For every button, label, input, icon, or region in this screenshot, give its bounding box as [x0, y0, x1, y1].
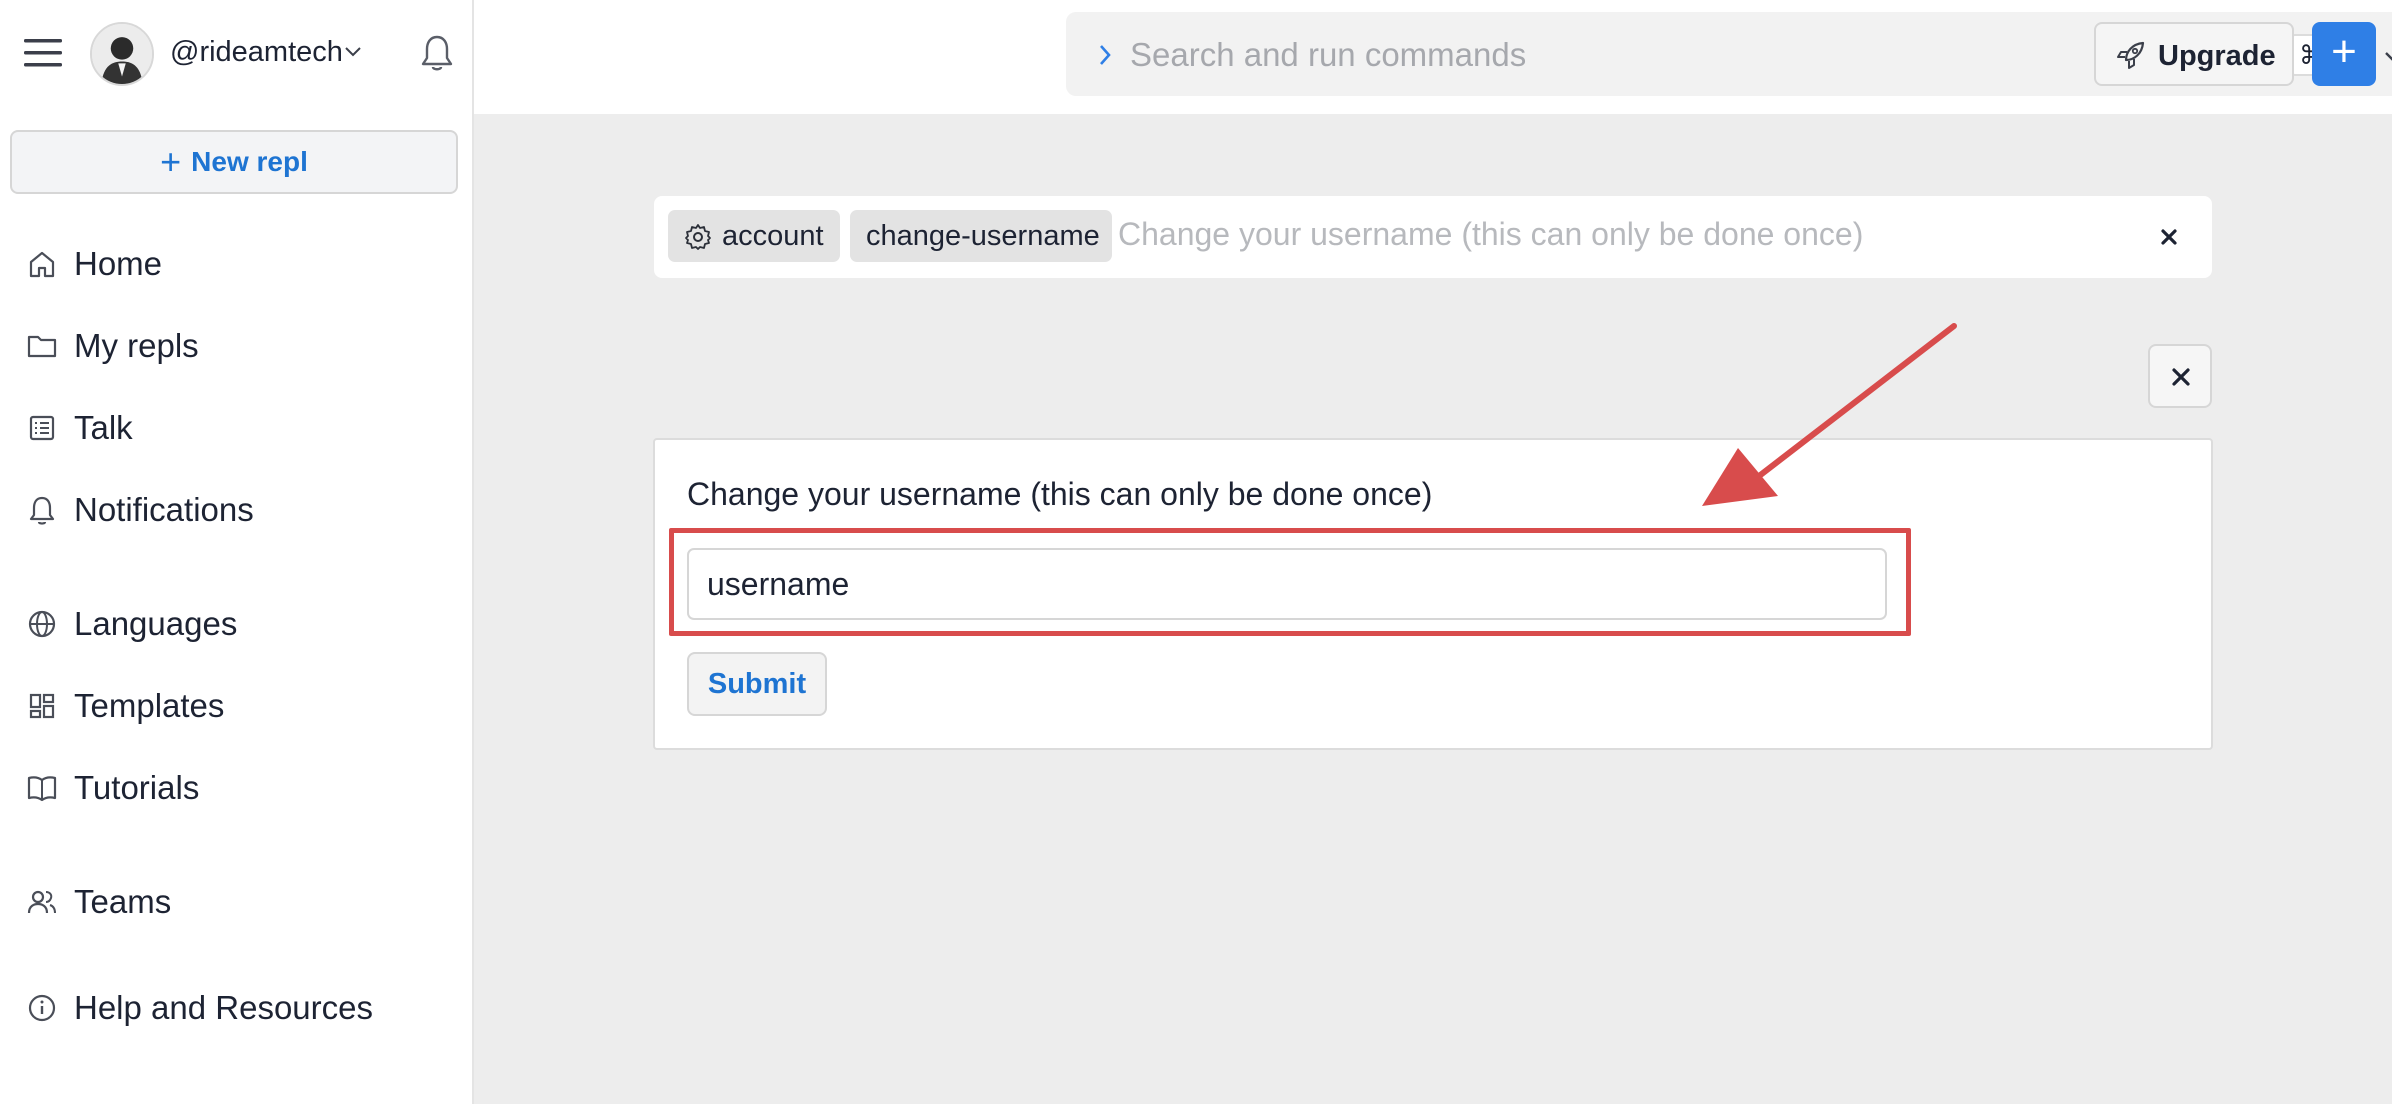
submit-button[interactable]: Submit: [687, 652, 827, 716]
command-chip-change-username[interactable]: change-username: [850, 210, 1112, 262]
command-bar: account change-username Change your user…: [654, 196, 2212, 278]
sidebar-item-label: Talk: [74, 409, 133, 446]
sidebar-item-teams[interactable]: Teams: [0, 870, 472, 934]
users-icon: [27, 890, 56, 914]
new-repl-label: New repl: [191, 146, 308, 177]
annotation-arrow: [1702, 323, 1957, 506]
command-chip-account[interactable]: account: [668, 210, 840, 262]
upgrade-button[interactable]: Upgrade: [2094, 22, 2294, 86]
form-title: Change your username (this can only be d…: [687, 476, 1433, 512]
sidebar-header: @rideamtech: [0, 0, 472, 108]
info-icon: [28, 994, 56, 1022]
close-icon: [2172, 368, 2190, 386]
sidebar-item-label: Languages: [74, 605, 238, 642]
sidebar: @rideamtech + New repl Home My repls Tal…: [0, 0, 474, 1104]
close-icon[interactable]: [2154, 222, 2184, 252]
sidebar-item-my-repls[interactable]: My repls: [0, 314, 472, 378]
rocket-icon: [2117, 41, 2145, 69]
username-label[interactable]: @rideamtech: [170, 36, 343, 69]
bell-icon[interactable]: [420, 34, 454, 72]
globe-icon: [28, 610, 56, 638]
new-repl-button[interactable]: + New repl: [10, 130, 458, 194]
sidebar-item-templates[interactable]: Templates: [0, 674, 472, 738]
sidebar-item-label: Tutorials: [74, 769, 200, 806]
highlight-annotation: [669, 528, 1911, 636]
plus-icon: +: [160, 141, 182, 182]
sidebar-item-home[interactable]: Home: [0, 232, 472, 296]
change-username-form: Change your username (this can only be d…: [653, 438, 2213, 750]
sidebar-item-label: Home: [74, 245, 163, 282]
sidebar-item-help-and-resources[interactable]: Help and Resources: [0, 976, 472, 1040]
sidebar-item-notifications[interactable]: Notifications: [0, 478, 472, 542]
chevron-right-icon: [1100, 45, 1111, 65]
upgrade-label: Upgrade: [2158, 40, 2276, 72]
add-button[interactable]: +: [2312, 22, 2376, 86]
folder-icon: [27, 335, 57, 358]
gear-icon: [685, 224, 711, 250]
chevron-down-icon[interactable]: [344, 44, 362, 58]
templates-icon: [29, 693, 55, 719]
search-placeholder: Search and run commands: [1130, 36, 1527, 73]
sidebar-item-tutorials[interactable]: Tutorials: [0, 756, 472, 820]
hamburger-menu-icon[interactable]: [24, 38, 62, 68]
sidebar-item-label: Templates: [74, 687, 225, 724]
command-input-placeholder[interactable]: Change your username (this can only be d…: [1118, 216, 1863, 253]
sidebar-item-label: Teams: [74, 883, 172, 920]
home-icon: [29, 251, 55, 278]
sidebar-item-label: My repls: [74, 327, 199, 364]
sidebar-item-languages[interactable]: Languages: [0, 592, 472, 656]
chip-label: account: [722, 220, 824, 252]
book-icon: [27, 776, 57, 802]
sidebar-item-talk[interactable]: Talk: [0, 396, 472, 460]
sidebar-item-label: Notifications: [74, 491, 254, 528]
top-bar: Search and run commands ⌘ k Upgrade +: [474, 0, 2392, 114]
avatar[interactable]: [90, 22, 154, 86]
talk-icon: [29, 415, 55, 441]
close-panel-button[interactable]: [2148, 344, 2212, 408]
bell-icon: [29, 496, 55, 525]
chevron-down-icon[interactable]: [2384, 50, 2392, 64]
sidebar-item-label: Help and Resources: [74, 989, 373, 1026]
